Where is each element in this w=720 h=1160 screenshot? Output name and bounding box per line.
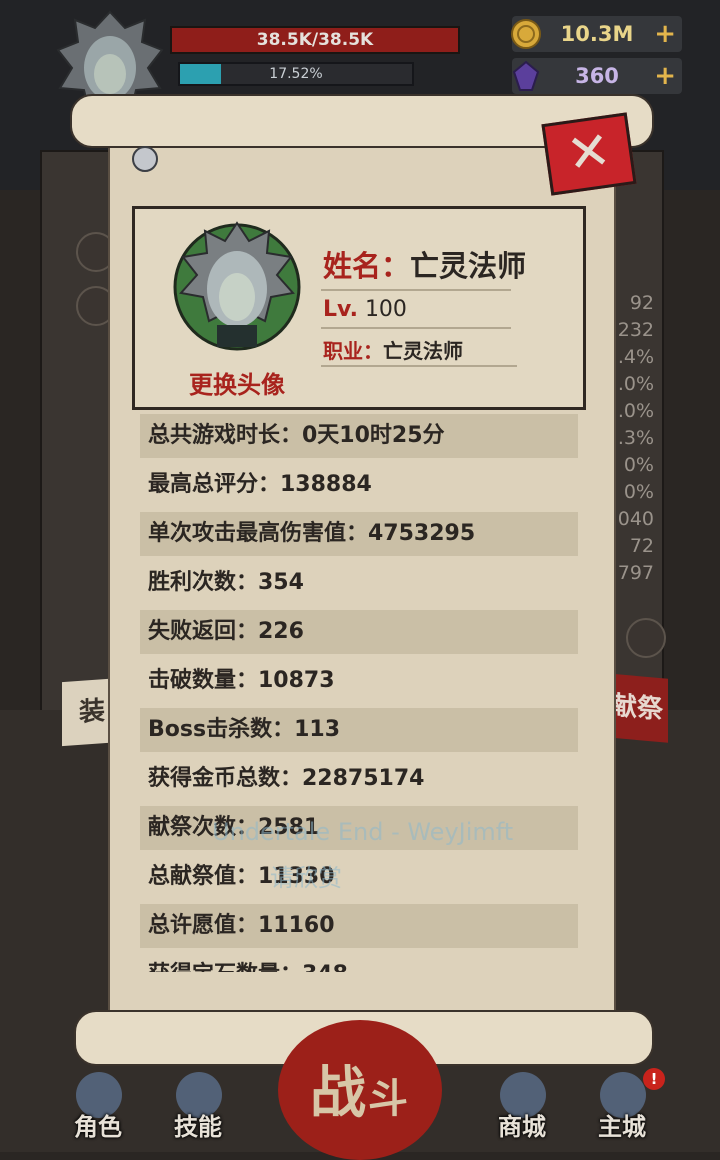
level-label: Lv.: [323, 297, 358, 322]
nav-city-label: 主城: [598, 1113, 646, 1141]
battle-label: 战斗: [278, 1048, 442, 1129]
hp-bar: 38.5K/38.5K: [170, 26, 460, 54]
name-label: 姓名：: [323, 249, 411, 283]
gold-coin-icon: [511, 19, 541, 49]
add-gem-button[interactable]: +: [654, 58, 676, 94]
portrait-avatar-icon[interactable]: [167, 217, 307, 357]
battle-label-top: 战: [310, 1061, 368, 1126]
job-row: 职业：亡灵法师: [323, 335, 463, 364]
hp-text: 38.5K/38.5K: [256, 30, 374, 50]
level-row: Lv. 100: [323, 297, 407, 322]
nav-skill[interactable]: 技能: [158, 1072, 238, 1146]
close-icon: ✕: [563, 120, 615, 186]
stat-row: 总共游戏时长：0天10时25分: [140, 414, 578, 458]
nav-skill-label: 技能: [174, 1113, 222, 1141]
watermark-line-2: 请欣赏: [270, 864, 342, 892]
watermark-line-1: Undertale End - WeyJimft: [212, 818, 514, 846]
search-icon[interactable]: [626, 618, 666, 658]
job-label: 职业：: [323, 339, 383, 363]
name-row: 姓名：亡灵法师: [323, 243, 526, 285]
nav-role[interactable]: 角色: [58, 1072, 138, 1146]
gem-icon: [512, 60, 540, 91]
nav-role-label: 角色: [74, 1113, 122, 1141]
stats-list[interactable]: 总共游戏时长：0天10时25分 最高总评分：138884 单次攻击最高伤害值：4…: [140, 412, 578, 972]
exp-text: 17.52%: [269, 66, 323, 82]
nav-shop[interactable]: 商城: [482, 1072, 562, 1146]
level-value: 100: [364, 297, 407, 322]
stat-row: Boss击杀数：113: [140, 708, 578, 752]
stat-row: 总许愿值：11160: [140, 904, 578, 948]
gem-value: 360: [575, 64, 619, 88]
stat-row: 最高总评分：138884: [148, 472, 372, 497]
battle-button[interactable]: 战斗: [278, 1020, 442, 1160]
exp-bar: 17.52%: [178, 62, 414, 86]
stat-row: 总献祭值：11330: [148, 864, 335, 889]
stat-row: 击破数量：10873: [148, 668, 335, 693]
nav-city[interactable]: 主城: [582, 1072, 662, 1146]
divider: [321, 327, 511, 329]
add-gold-button[interactable]: +: [654, 16, 676, 52]
pin-icon: [132, 146, 158, 172]
stat-row: 失败返回：226: [140, 610, 578, 654]
stat-row: 胜利次数：354: [148, 570, 304, 595]
battle-label-bottom: 斗: [368, 1076, 410, 1122]
name-value: 亡灵法师: [410, 249, 527, 283]
gold-value: 10.3M: [560, 22, 634, 46]
change-avatar-button[interactable]: 更换头像: [157, 365, 317, 400]
stat-row: 单次攻击最高伤害值：4753295: [140, 512, 578, 556]
gem-counter: 360 +: [512, 58, 682, 94]
job-value: 亡灵法师: [383, 339, 463, 363]
nav-shop-label: 商城: [498, 1113, 546, 1141]
divider: [321, 365, 517, 367]
close-button[interactable]: ✕: [541, 112, 637, 196]
gold-counter: 10.3M +: [511, 16, 682, 52]
notification-badge: !: [643, 1068, 665, 1090]
divider: [321, 289, 511, 291]
profile-card: 更换头像 姓名：亡灵法师 Lv. 100 职业：亡灵法师: [132, 206, 586, 410]
stat-row: 获得宝石数量：348: [140, 953, 578, 972]
stat-row: 获得金币总数：22875174: [148, 766, 425, 791]
